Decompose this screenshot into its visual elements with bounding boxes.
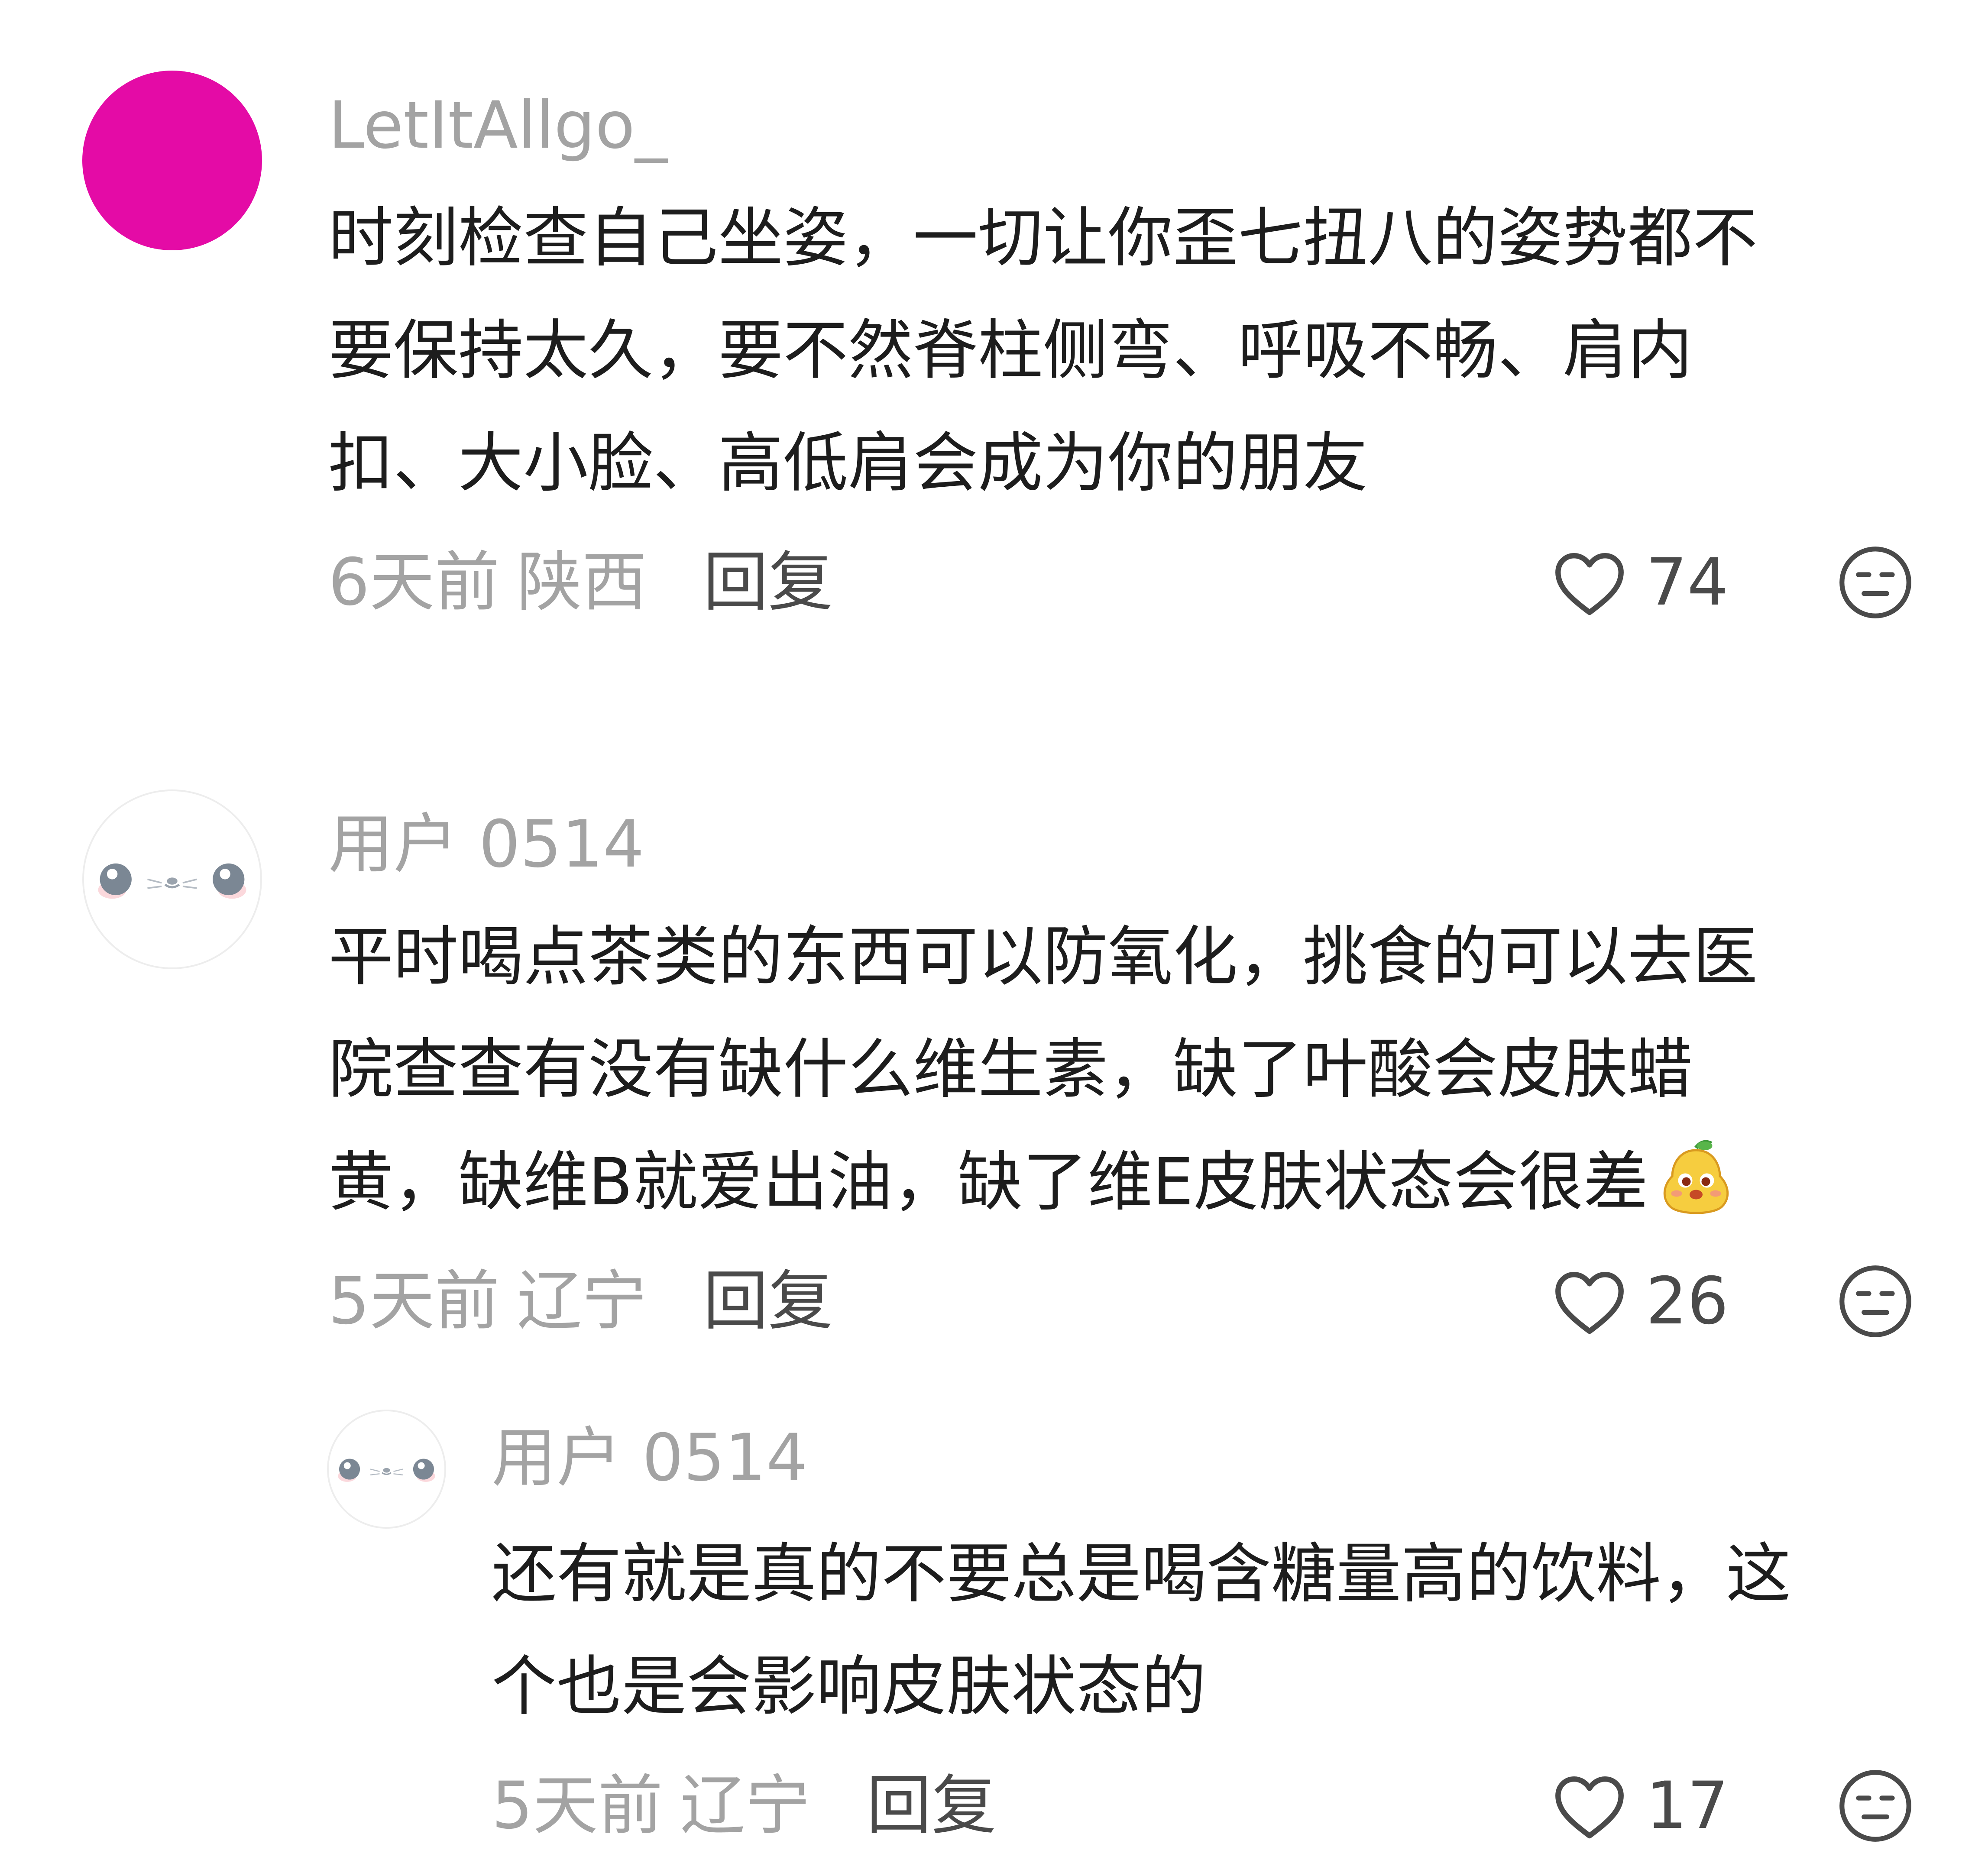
comment-text: 时刻检查自己坐姿，一切让你歪七扭八的姿势都不 要保持太久，要不然脊柱侧弯、呼吸不… bbox=[328, 182, 1758, 520]
like-button[interactable]: 17 bbox=[1551, 1767, 1729, 1845]
like-button[interactable]: 26 bbox=[1551, 1262, 1729, 1340]
reply-text: 还有就是真的不要总是喝含糖量高的饮料，这 个也是会影响皮肤状态的 bbox=[492, 1518, 1791, 1743]
comment-text-line: 扣、大小脸、高低肩会成为你的朋友 bbox=[328, 426, 1368, 501]
unamused-face-icon bbox=[1839, 547, 1911, 618]
comment-text-line-content: 黄，缺维B就爱出油，缺了维E皮肤状态会很差 bbox=[328, 1145, 1648, 1220]
reply-button[interactable]: 回复 bbox=[866, 1768, 996, 1844]
comment-text-line: 黄，缺维B就爱出油，缺了维E皮肤状态会很差 bbox=[328, 1126, 1758, 1239]
seal-face-avatar-image bbox=[329, 1411, 444, 1527]
comment-username[interactable]: LetItAllgo_ bbox=[328, 87, 667, 165]
like-count: 74 bbox=[1646, 545, 1729, 620]
like-count: 17 bbox=[1646, 1768, 1729, 1844]
comment-location: 陕西 bbox=[517, 545, 647, 620]
comment-item: LetItAllgo_ 时刻检查自己坐姿，一切让你歪七扭八的姿势都不 要保持太久… bbox=[0, 0, 1988, 676]
reply-username[interactable]: 用户 0514 bbox=[492, 1419, 807, 1497]
heart-icon bbox=[1555, 553, 1624, 615]
comment-location: 辽宁 bbox=[517, 1264, 647, 1339]
comment-meta: 5天前 辽宁 回复 bbox=[328, 1262, 833, 1340]
comment-text-line: 时刻检查自己坐姿，一切让你歪七扭八的姿势都不 bbox=[328, 201, 1758, 276]
reply-text-line: 个也是会影响皮肤状态的 bbox=[492, 1649, 1207, 1724]
dislike-button[interactable] bbox=[1836, 1262, 1914, 1340]
comment-text-line: 要保持太久，要不然脊柱侧弯、呼吸不畅、肩内 bbox=[328, 313, 1693, 388]
heart-icon bbox=[1555, 1272, 1624, 1334]
reply-location: 辽宁 bbox=[680, 1768, 810, 1844]
reply-time: 5天前 bbox=[492, 1768, 663, 1844]
avatar[interactable] bbox=[327, 1410, 446, 1529]
like-count: 26 bbox=[1646, 1264, 1729, 1339]
comment-meta: 6天前 陕西 回复 bbox=[328, 543, 833, 621]
avatar[interactable] bbox=[82, 71, 262, 250]
comment-item: 用户 0514 平时喝点茶类的东西可以防氧化，挑食的可以去医 院查查有没有缺什么… bbox=[0, 676, 1988, 1368]
reply-button[interactable]: 回复 bbox=[703, 1264, 833, 1339]
dislike-button[interactable] bbox=[1836, 543, 1914, 621]
avatar[interactable] bbox=[82, 789, 262, 969]
heart-icon bbox=[1555, 1776, 1624, 1839]
comment-time: 5天前 bbox=[328, 1264, 500, 1339]
reply-button[interactable]: 回复 bbox=[703, 545, 833, 620]
unamused-face-icon bbox=[1839, 1770, 1911, 1842]
unamused-face-icon bbox=[1839, 1265, 1911, 1337]
comment-text-line: 院查查有没有缺什么维生素，缺了叶酸会皮肤蜡 bbox=[328, 1032, 1693, 1107]
comment-time: 6天前 bbox=[328, 545, 500, 620]
reply-item: 用户 0514 还有就是真的不要总是喝含糖量高的饮料，这 个也是会影响皮肤状态的… bbox=[0, 1368, 1988, 1876]
seal-face-avatar-image bbox=[84, 791, 260, 967]
pear-emoji-icon bbox=[1653, 1135, 1739, 1222]
like-button[interactable]: 74 bbox=[1551, 543, 1729, 621]
dislike-button[interactable] bbox=[1836, 1767, 1914, 1845]
reply-meta: 5天前 辽宁 回复 bbox=[492, 1767, 996, 1845]
comment-text: 平时喝点茶类的东西可以防氧化，挑食的可以去医 院查查有没有缺什么维生素，缺了叶酸… bbox=[328, 901, 1758, 1239]
reply-text-line: 还有就是真的不要总是喝含糖量高的饮料，这 bbox=[492, 1536, 1791, 1612]
comment-username[interactable]: 用户 0514 bbox=[328, 805, 644, 883]
comment-text-line: 平时喝点茶类的东西可以防氧化，挑食的可以去医 bbox=[328, 919, 1758, 995]
